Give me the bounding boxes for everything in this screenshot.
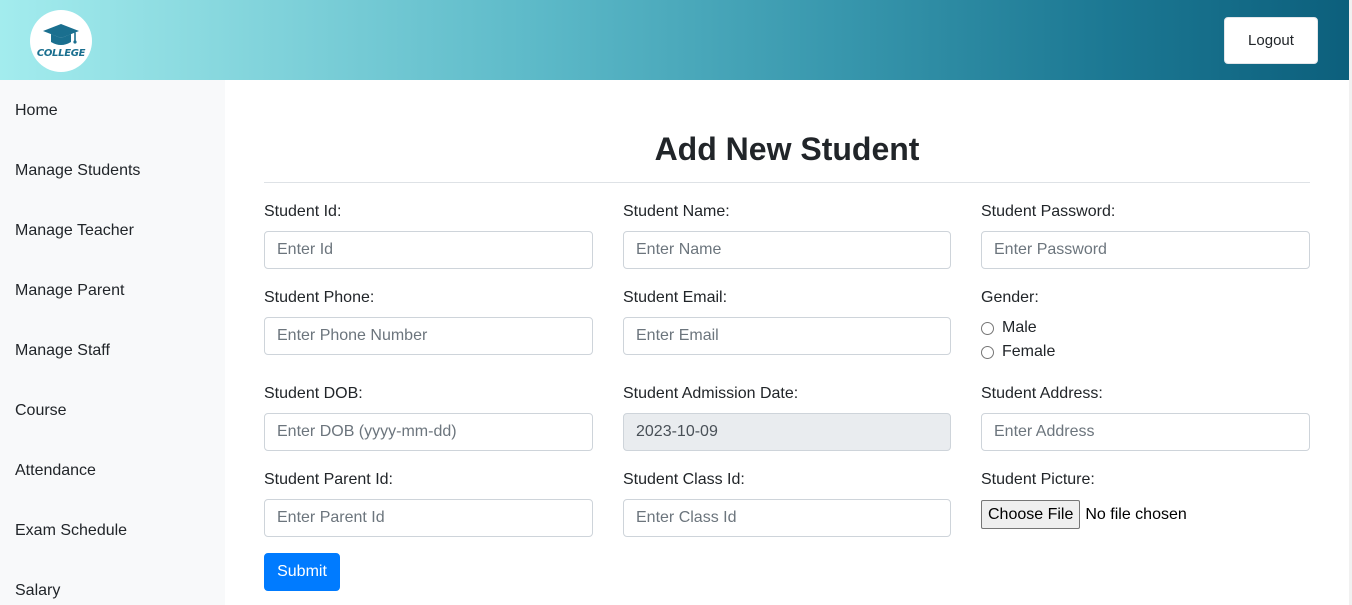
student-name-label: Student Name:: [623, 203, 730, 220]
file-status-text: No file chosen: [1085, 505, 1187, 523]
student-dob-input[interactable]: [264, 413, 593, 451]
student-email-input[interactable]: [623, 317, 951, 355]
sidebar-item-manage-teacher[interactable]: Manage Teacher: [15, 221, 134, 241]
parent-id-input[interactable]: [264, 499, 593, 537]
radio-female[interactable]: [981, 345, 994, 359]
student-email-label: Student Email:: [623, 289, 728, 306]
sidebar-item-manage-students[interactable]: Manage Students: [15, 161, 140, 181]
top-header: COLLEGE Logout: [0, 0, 1352, 80]
student-name-input[interactable]: [623, 231, 951, 269]
college-logo[interactable]: COLLEGE: [30, 10, 92, 72]
class-id-input[interactable]: [623, 499, 951, 537]
sidebar-item-manage-parent[interactable]: Manage Parent: [15, 281, 124, 301]
gender-option-male[interactable]: Male: [981, 319, 1037, 337]
submit-button[interactable]: Submit: [264, 553, 340, 591]
student-password-input[interactable]: [981, 231, 1310, 269]
page-title: Add New Student: [654, 131, 920, 167]
student-dob-label: Student DOB:: [264, 385, 363, 402]
student-phone-label: Student Phone:: [264, 289, 375, 306]
sidebar: Home Manage Students Manage Teacher Mana…: [0, 80, 225, 605]
gender-label: Gender:: [981, 289, 1039, 306]
radio-female-label: Female: [1002, 343, 1056, 360]
title-divider: [264, 182, 1310, 183]
radio-male-label: Male: [1002, 319, 1037, 336]
choose-file-button[interactable]: Choose File: [981, 500, 1081, 529]
class-id-label: Student Class Id:: [623, 471, 745, 488]
sidebar-item-salary[interactable]: Salary: [15, 581, 60, 601]
sidebar-item-home[interactable]: Home: [15, 101, 58, 121]
student-picture-file-input[interactable]: Choose File No file chosen: [981, 500, 1187, 529]
student-id-label: Student Id:: [264, 203, 342, 220]
admission-date-input: [623, 413, 951, 451]
radio-male[interactable]: [981, 321, 994, 335]
sidebar-item-attendance[interactable]: Attendance: [15, 461, 96, 481]
graduation-cap-icon: [43, 24, 79, 45]
sidebar-item-manage-staff[interactable]: Manage Staff: [15, 341, 110, 361]
sidebar-item-course[interactable]: Course: [15, 401, 67, 421]
student-password-label: Student Password:: [981, 203, 1116, 220]
sidebar-item-exam-schedule[interactable]: Exam Schedule: [15, 521, 127, 541]
gender-option-female[interactable]: Female: [981, 343, 1055, 361]
student-phone-input[interactable]: [264, 317, 593, 355]
logout-button[interactable]: Logout: [1224, 17, 1318, 64]
logo-text: COLLEGE: [36, 48, 86, 59]
student-address-input[interactable]: [981, 413, 1310, 451]
student-picture-label: Student Picture:: [981, 471, 1095, 488]
student-address-label: Student Address:: [981, 385, 1103, 402]
student-id-input[interactable]: [264, 231, 593, 269]
parent-id-label: Student Parent Id:: [264, 471, 393, 488]
admission-date-label: Student Admission Date:: [623, 385, 799, 402]
